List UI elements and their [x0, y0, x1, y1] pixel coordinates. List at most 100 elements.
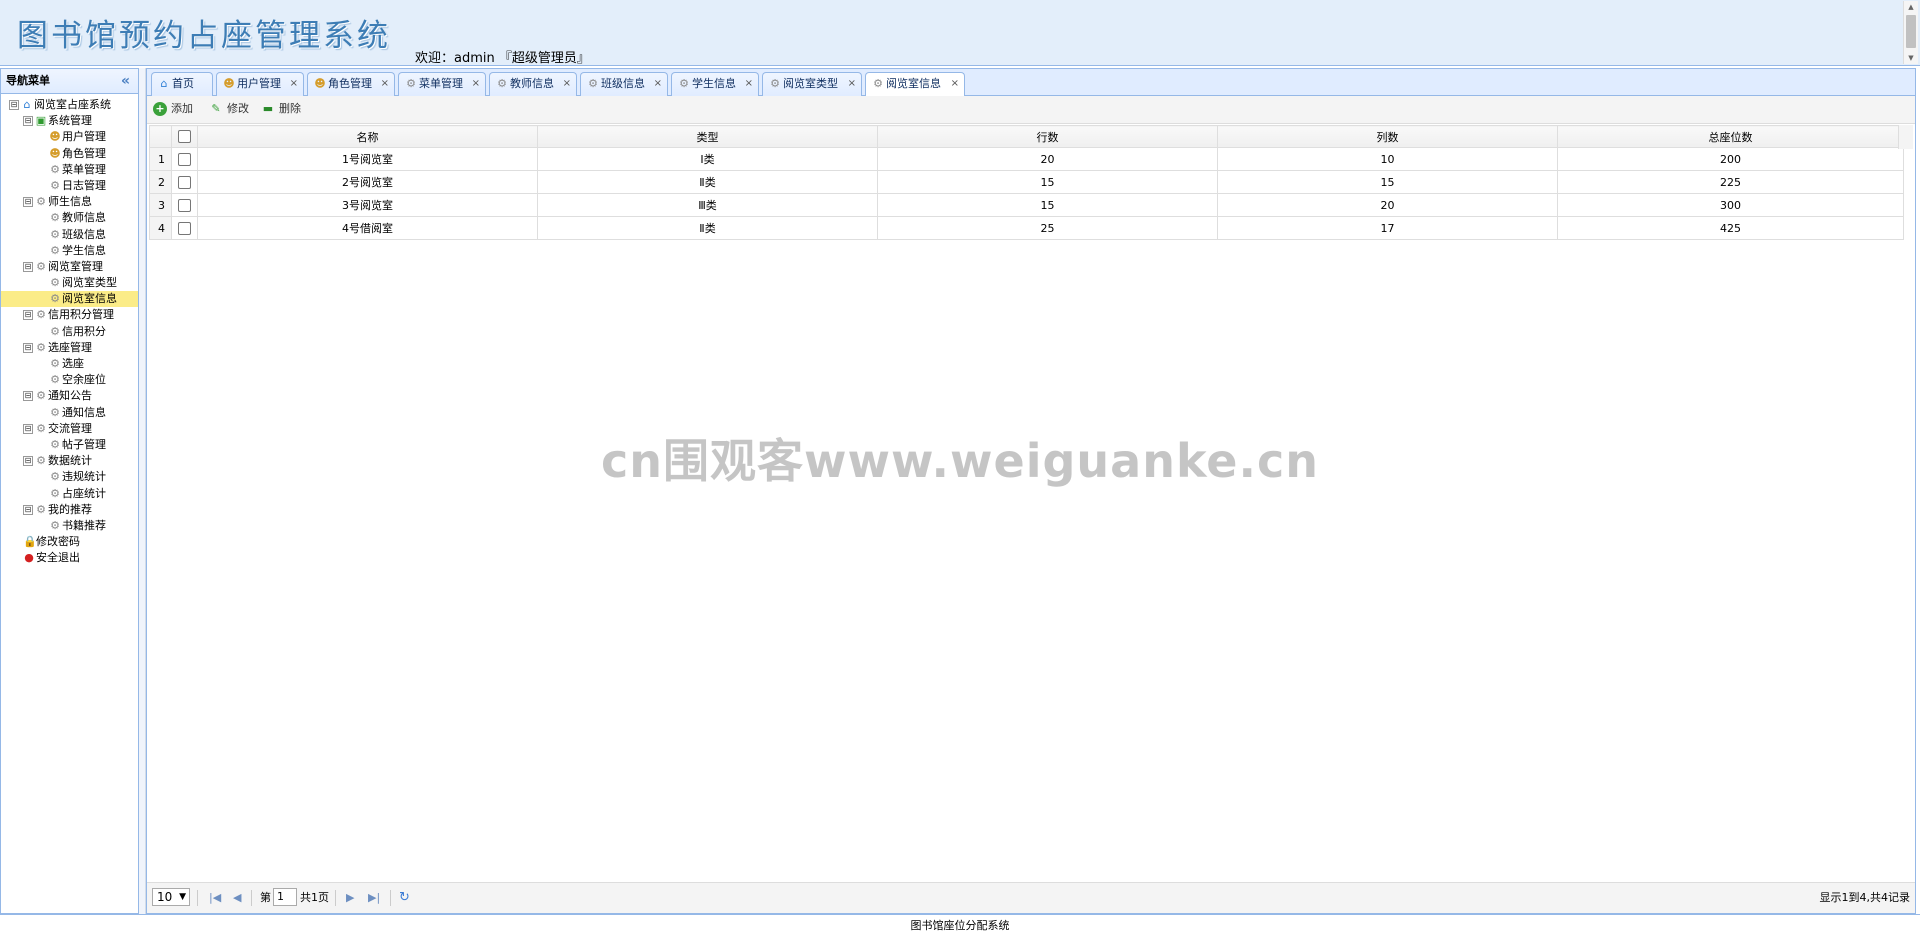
select-all-checkbox[interactable] — [178, 130, 191, 144]
table-row[interactable]: 3 3号阅览室 Ⅲ类 15 20 300 — [149, 193, 1904, 217]
row-checkbox[interactable] — [178, 221, 191, 235]
last-page-icon[interactable]: ▶| — [368, 883, 380, 913]
column-header-type[interactable]: 类型 — [537, 125, 878, 148]
refresh-icon[interactable]: ↻ — [399, 883, 410, 913]
tab[interactable]: ⚙ 菜单管理 × — [398, 72, 486, 96]
nav-item[interactable]: ⚙ 日志管理 — [1, 178, 138, 194]
nav-item[interactable]: ⚙ 书籍推荐 — [1, 518, 138, 534]
gear-icon: ⚙ — [588, 77, 598, 90]
nav-item[interactable]: ☻角色管理 — [1, 146, 138, 162]
page-number-input[interactable]: 1 — [273, 888, 297, 906]
nav-item[interactable]: ⊟ ⚙ 阅览室管理 — [1, 259, 138, 275]
row-checkbox[interactable] — [178, 198, 191, 212]
gear-icon: ⚙ — [36, 502, 46, 516]
layout-splitter[interactable] — [139, 68, 146, 914]
gear-icon: ⚙ — [50, 357, 60, 370]
nav-item[interactable]: ⊟ ⚙ 信用积分管理 — [1, 307, 138, 323]
column-header-name[interactable]: 名称 — [197, 125, 538, 148]
close-icon[interactable]: × — [951, 73, 959, 95]
nav-item[interactable]: ⚙ 阅览室类型 — [1, 275, 138, 291]
tab-label: 学生信息 — [692, 77, 736, 90]
nav-item[interactable]: ⚙ 教师信息 — [1, 210, 138, 226]
add-button[interactable]: + 添加 — [153, 101, 193, 117]
tab[interactable]: ⚙ 教师信息 × — [489, 72, 577, 96]
expand-toggle-icon[interactable]: ⊟ — [23, 342, 33, 353]
nav-item[interactable]: ⊟ ⚙ 我的推荐 — [1, 502, 138, 518]
cell-total: 200 — [1557, 147, 1904, 171]
nav-item[interactable]: ⚙ 班级信息 — [1, 227, 138, 243]
close-icon[interactable]: × — [563, 73, 571, 95]
nav-item[interactable]: ⚙ 选座 — [1, 356, 138, 372]
nav-item-label: 通知公告 — [48, 389, 92, 403]
close-icon[interactable]: × — [654, 73, 662, 95]
nav-item[interactable]: 🔒修改密码 — [1, 534, 138, 550]
nav-item[interactable]: ⚙ 学生信息 — [1, 243, 138, 259]
close-icon[interactable]: × — [848, 73, 856, 95]
tab[interactable]: ⚙ 班级信息 × — [580, 72, 668, 96]
column-header-rows[interactable]: 行数 — [877, 125, 1218, 148]
nav-item[interactable]: ⚙ 信用积分 — [1, 324, 138, 340]
expand-toggle-icon[interactable]: ⊟ — [23, 116, 33, 127]
nav-item[interactable]: ⊟ ⚙ 数据统计 — [1, 453, 138, 469]
tab[interactable]: ⚙ 学生信息 × — [671, 72, 759, 96]
cell-type: Ⅰ类 — [537, 147, 878, 171]
first-page-icon[interactable]: |◀ — [209, 883, 221, 913]
expand-toggle-icon[interactable]: ⊟ — [23, 504, 33, 515]
nav-item[interactable]: ⊟ ⚙ 师生信息 — [1, 194, 138, 210]
close-icon[interactable]: × — [381, 73, 389, 95]
scroll-down-icon[interactable]: ▼ — [1904, 52, 1918, 64]
prev-page-icon[interactable]: ◀ — [233, 883, 241, 913]
expand-toggle-icon[interactable]: ⊟ — [23, 261, 33, 272]
header: 图书馆预约占座管理系统 欢迎：admin 『超级管理员』 ▲ ▼ — [0, 0, 1920, 66]
scroll-thumb[interactable] — [1906, 15, 1916, 48]
tab[interactable]: ⚙ 阅览室类型 × — [762, 72, 862, 96]
nav-item[interactable]: ⊟ ⚙ 交流管理 — [1, 421, 138, 437]
expand-toggle-icon[interactable]: ⊟ — [23, 197, 33, 208]
tab[interactable]: ⌂ 首页 — [151, 72, 213, 96]
gear-icon: ⚙ — [497, 77, 507, 90]
scroll-up-icon[interactable]: ▲ — [1904, 1, 1918, 13]
data-grid: 名称 类型 行数 列数 总座位数 1 1号阅览室 Ⅰ类 20 10 200 2 2号阅览室 Ⅱ类… — [149, 125, 1904, 240]
close-icon[interactable]: × — [472, 73, 480, 95]
gear-icon: ⚙ — [50, 162, 60, 176]
column-header-cols[interactable]: 列数 — [1217, 125, 1558, 148]
nav-item[interactable]: ⚙ 违规统计 — [1, 469, 138, 485]
nav-item[interactable]: ⚙ 帖子管理 — [1, 437, 138, 453]
nav-item[interactable]: ☻用户管理 — [1, 129, 138, 145]
tab[interactable]: ☻ 角色管理 × — [307, 72, 395, 96]
tab[interactable]: ☻ 用户管理 × — [216, 72, 304, 96]
nav-item[interactable]: ⊟ ▣ 系统管理 — [1, 113, 138, 129]
close-icon[interactable]: × — [290, 73, 298, 95]
nav-item[interactable]: ⚙ 阅览室信息 — [1, 291, 138, 308]
nav-item[interactable]: ⚙ 通知信息 — [1, 405, 138, 421]
expand-toggle-icon[interactable]: ⊟ — [23, 391, 33, 402]
nav-item[interactable]: ⊟ ⌂ 阅览室占座系统 — [1, 97, 138, 113]
table-row[interactable]: 1 1号阅览室 Ⅰ类 20 10 200 — [149, 147, 1904, 171]
cell-total: 225 — [1557, 170, 1904, 194]
row-checkbox[interactable] — [178, 152, 191, 166]
header-scrollbar[interactable]: ▲ ▼ — [1903, 1, 1918, 64]
expand-toggle-icon[interactable]: ⊟ — [23, 310, 33, 321]
tab[interactable]: ⚙ 阅览室信息 × — [865, 72, 965, 97]
column-header-total[interactable]: 总座位数 — [1557, 125, 1904, 148]
nav-item[interactable]: ⚙ 空余座位 — [1, 372, 138, 388]
next-page-icon[interactable]: ▶ — [346, 883, 354, 913]
table-row[interactable]: 2 2号阅览室 Ⅱ类 15 15 225 — [149, 170, 1904, 194]
row-checkbox[interactable] — [178, 175, 191, 189]
tab-label: 教师信息 — [510, 77, 554, 90]
edit-button[interactable]: ✎ 修改 — [209, 101, 249, 117]
nav-item[interactable]: ● 安全退出 — [1, 550, 138, 566]
page-size-select[interactable]: 10 ▼ — [152, 888, 190, 906]
expand-toggle-icon[interactable]: ⊟ — [23, 423, 33, 434]
close-icon[interactable]: × — [745, 73, 753, 95]
expand-toggle-icon[interactable]: ⊟ — [23, 456, 33, 467]
nav-item[interactable]: ⊟ ⚙ 通知公告 — [1, 388, 138, 404]
expand-toggle-icon[interactable]: ⊟ — [9, 100, 19, 110]
table-row[interactable]: 4 4号借阅室 Ⅱ类 25 17 425 — [149, 216, 1904, 240]
row-number: 3 — [149, 193, 172, 217]
nav-item[interactable]: ⚙ 占座统计 — [1, 486, 138, 502]
delete-button[interactable]: ▬ 删除 — [261, 101, 301, 117]
nav-item[interactable]: ⊟ ⚙ 选座管理 — [1, 340, 138, 356]
nav-item[interactable]: ⚙ 菜单管理 — [1, 162, 138, 178]
collapse-icon[interactable]: « — [121, 69, 130, 93]
